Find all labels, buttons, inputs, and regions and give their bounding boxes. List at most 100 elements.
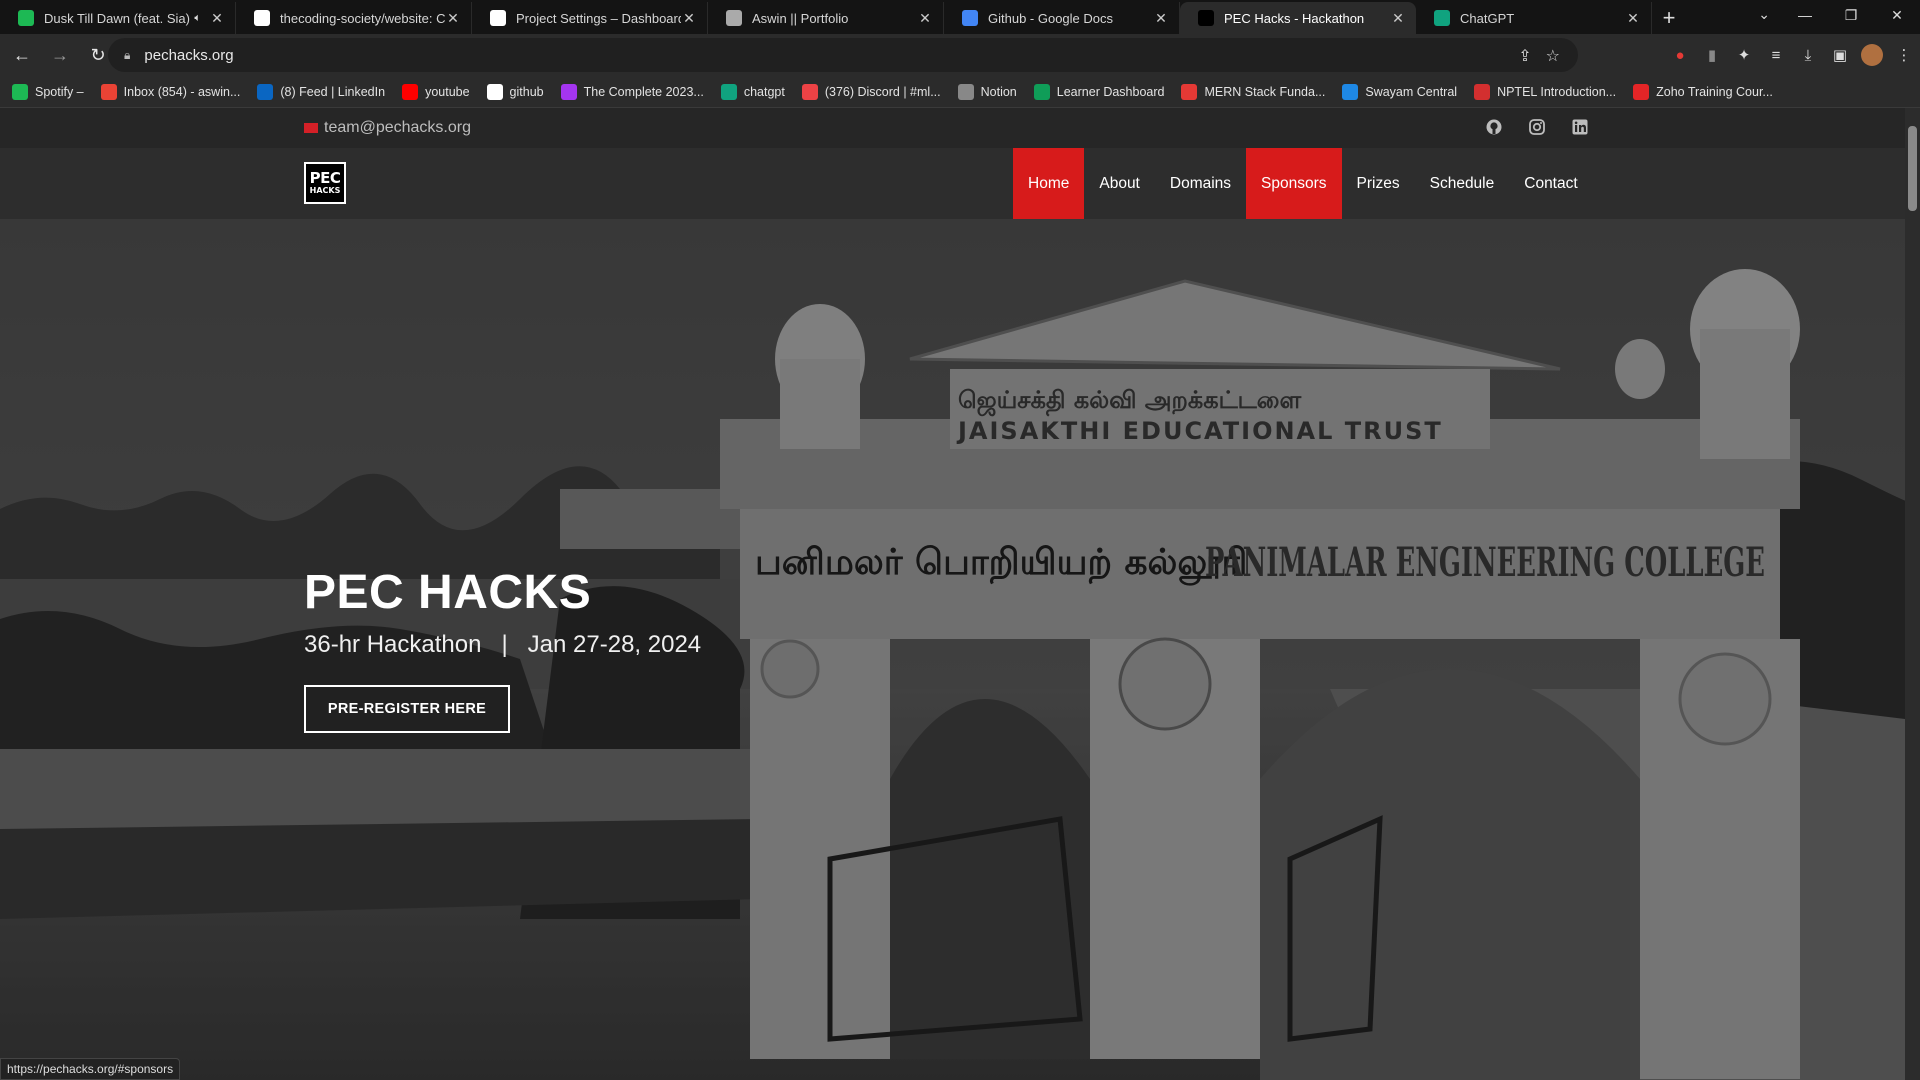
page-scrollbar[interactable] (1905, 108, 1920, 1080)
scrollbar-thumb[interactable] (1908, 126, 1917, 211)
docs-icon (962, 10, 978, 26)
close-tab-icon[interactable]: ✕ (917, 10, 933, 27)
bookmark-item[interactable]: MERN Stack Funda... (1181, 83, 1326, 100)
bookmark-label: MERN Stack Funda... (1204, 84, 1326, 99)
status-bar-url: https://pechacks.org/#sponsors (0, 1058, 181, 1080)
lock-icon[interactable]: 🔒︎ (124, 48, 130, 63)
bookmark-label: Spotify – (35, 84, 84, 99)
chatgpt-icon (1434, 10, 1450, 26)
bookmark-item[interactable]: chatgpt (720, 83, 785, 100)
bookmark-label: NPTEL Introduction... (1497, 84, 1617, 99)
extension-badge-icon[interactable]: ● (1664, 47, 1696, 64)
college-gate-photo: ஜெய்சக்தி கல்வி அறக்கட்டளை JAISAKTHI EDU… (0, 219, 1905, 1080)
media-control-icon[interactable]: ≡ (1760, 47, 1792, 64)
download-icon[interactable]: ⤓ (1792, 47, 1824, 64)
swayam-icon (1342, 83, 1359, 100)
tab-title: PEC Hacks - Hackathon (1224, 10, 1365, 26)
restore-icon[interactable]: ❐ (1828, 0, 1874, 30)
bookmark-label: github (509, 84, 544, 99)
new-tab-button[interactable]: + (1652, 2, 1686, 34)
close-tab-icon[interactable]: ✕ (209, 10, 225, 27)
bookmark-item[interactable]: github (486, 83, 544, 100)
bookmark-item[interactable]: (8) Feed | LinkedIn (257, 83, 385, 100)
minimize-icon[interactable]: — (1782, 0, 1828, 30)
webpage: team@pechacks.org PEC HACKS Home About Dom… (0, 108, 1905, 1080)
bookmark-item[interactable]: Spotify – (12, 83, 84, 100)
bookmark-item[interactable]: Notion (957, 83, 1017, 100)
browser-tab[interactable]: ChatGPT ✕ (1416, 2, 1652, 34)
linkedin-icon[interactable] (1571, 118, 1588, 135)
tab-title: Dusk Till Dawn (feat. Sia) - R (44, 10, 195, 26)
bookmark-label: Inbox (854) - aswin... (123, 84, 241, 99)
browser-tab[interactable]: Project Settings – Dashboard – V✕ (472, 2, 708, 34)
bookmark-star-icon[interactable]: ☆ (1546, 46, 1560, 66)
bookmarks-bar: Spotify – Inbox (854) - aswin... (8) Feed … (0, 76, 1920, 108)
bookmark-item[interactable]: NPTEL Introduction... (1474, 83, 1617, 100)
bookmark-item[interactable]: (376) Discord | #ml... (801, 83, 941, 100)
back-icon[interactable]: ← (6, 39, 38, 71)
close-tab-icon[interactable]: ✕ (1625, 10, 1641, 27)
browser-tab[interactable]: Aswin || Portfolio ✕ (708, 2, 944, 34)
extension-icon[interactable]: ▮ (1696, 46, 1728, 64)
close-tab-icon[interactable]: ✕ (681, 10, 697, 27)
browser-tab[interactable]: PEC Hacks - Hackathon ✕ (1180, 2, 1416, 34)
instagram-icon[interactable] (1528, 118, 1545, 135)
bookmark-item[interactable]: Zoho Training Cour... (1633, 83, 1773, 100)
url-text: pechacks.org (144, 46, 234, 64)
logo-line1: PEC (309, 169, 341, 187)
tab-title: thecoding-society/website: Club (280, 10, 445, 26)
nav-schedule[interactable]: Schedule (1415, 148, 1510, 219)
mute-icon[interactable]: 🔈︎ (194, 12, 201, 25)
tab-title: Aswin || Portfolio (752, 10, 849, 26)
github-icon (254, 10, 270, 26)
learner-icon (1033, 83, 1050, 100)
vercel-icon (490, 10, 506, 26)
browser-tab[interactable]: Github - Google Docs ✕ (944, 2, 1180, 34)
bookmark-item[interactable]: Swayam Central (1342, 83, 1457, 100)
logo-line2: HACKS (309, 186, 341, 195)
envelope-icon (304, 123, 318, 133)
browser-toolbar: ← → ↻ 🔒︎ pechacks.org ⇪ ☆ ● ▮ ✦ ≡ ⤓ ▣ ⋮ (0, 34, 1920, 76)
nav-prizes[interactable]: Prizes (1342, 148, 1415, 219)
site-header: PEC HACKS Home About Domains Sponsors Prizes… (0, 148, 1905, 219)
bookmark-label: (376) Discord | #ml... (824, 84, 941, 99)
tab-title: Github - Google Docs (988, 10, 1114, 26)
nav-domains[interactable]: Domains (1155, 148, 1246, 219)
github-icon (486, 83, 503, 100)
nav-contact[interactable]: Contact (1509, 148, 1592, 219)
bookmark-item[interactable]: Inbox (854) - aswin... (100, 83, 241, 100)
close-window-icon[interactable]: ✕ (1874, 0, 1920, 30)
github-icon[interactable] (1485, 118, 1502, 135)
email-text: team@pechacks.org (324, 119, 471, 136)
hero-section: ஜெய்சக்தி கல்வி அறக்கட்டளை JAISAKTHI EDU… (0, 219, 1905, 1080)
nav-home[interactable]: Home (1013, 148, 1085, 219)
bookmark-label: Zoho Training Cour... (1656, 84, 1773, 99)
browser-tab[interactable]: Dusk Till Dawn (feat. Sia) - R 🔈︎ ✕ (0, 2, 236, 34)
tab-search-icon[interactable]: ⌄ (1758, 6, 1770, 23)
tab-title: ChatGPT (1460, 10, 1515, 26)
share-icon[interactable]: ⇪ (1518, 46, 1531, 66)
bookmark-item[interactable]: Learner Dashboard (1033, 83, 1165, 100)
close-tab-icon[interactable]: ✕ (1153, 10, 1169, 27)
address-bar[interactable]: 🔒︎ pechacks.org ⇪ ☆ (108, 38, 1578, 72)
bookmark-item[interactable]: youtube (402, 83, 470, 100)
nav-about[interactable]: About (1084, 148, 1155, 219)
pre-register-button[interactable]: PRE-REGISTER HERE (304, 685, 510, 733)
bookmark-label: chatgpt (743, 84, 785, 99)
tab-strip: Dusk Till Dawn (feat. Sia) - R 🔈︎ ✕ thecodi… (0, 0, 1920, 34)
email-link[interactable]: team@pechacks.org (304, 119, 471, 137)
close-tab-icon[interactable]: ✕ (445, 10, 461, 27)
mern-icon (1181, 83, 1198, 100)
bookmark-label: Learner Dashboard (1056, 84, 1165, 99)
bookmark-item[interactable]: The Complete 2023... (560, 83, 704, 100)
side-panel-icon[interactable]: ▣ (1824, 46, 1856, 64)
browser-tab[interactable]: thecoding-society/website: Club ✕ (236, 2, 472, 34)
site-logo[interactable]: PEC HACKS (304, 162, 346, 204)
profile-avatar[interactable] (1861, 44, 1883, 66)
forward-icon[interactable]: → (44, 39, 76, 71)
gmail-icon (100, 83, 117, 100)
close-tab-icon[interactable]: ✕ (1390, 10, 1406, 27)
puzzle-icon[interactable]: ✦ (1728, 46, 1760, 64)
menu-icon[interactable]: ⋮ (1888, 46, 1920, 64)
nav-sponsors[interactable]: Sponsors (1246, 148, 1342, 219)
